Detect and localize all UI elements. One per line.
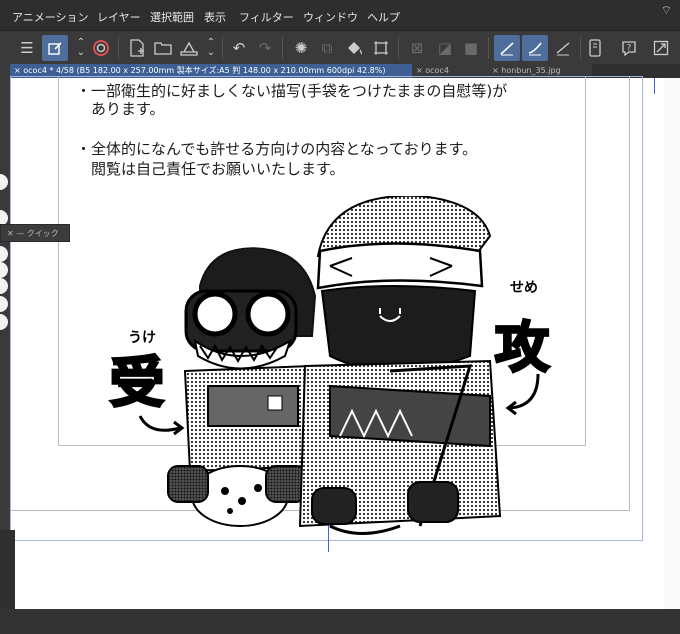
command-bar: ☰ ⌃ ⌄ ⌃ ⌄ ↶ ↷ ✺ ⧉ ⊠ ◪ ■ ? bbox=[0, 30, 680, 66]
slider-handle[interactable] bbox=[0, 314, 8, 330]
tab-label: honbun_35.jpg bbox=[501, 66, 561, 75]
edit-icon[interactable] bbox=[42, 35, 68, 61]
wifi-icon: ⌔ bbox=[660, 3, 672, 17]
menu-filter[interactable]: フィルター bbox=[239, 9, 294, 25]
fill-icon[interactable] bbox=[342, 35, 368, 61]
left-tool-strip bbox=[0, 64, 10, 609]
slider-handle[interactable] bbox=[0, 246, 8, 262]
crop-icon[interactable]: ◪ bbox=[432, 35, 458, 61]
device-icon[interactable] bbox=[582, 35, 608, 61]
tab-label: ococ4 * 4/58 (B5 182.00 x 257.00mm 製本サイズ… bbox=[23, 66, 386, 75]
canvas[interactable]: ・一部衛生的に好ましくない描写(手袋をつけたままの自慰等)が あります。 ・全体… bbox=[10, 76, 680, 609]
menu-animation[interactable]: アニメーション bbox=[12, 9, 89, 25]
status-bar bbox=[0, 609, 680, 634]
close-icon[interactable]: × bbox=[416, 66, 425, 75]
expand-icon[interactable] bbox=[648, 35, 674, 61]
ruler-icon[interactable] bbox=[550, 35, 576, 61]
seme-reading-label: せめ bbox=[510, 280, 538, 296]
slider-handle[interactable] bbox=[0, 262, 8, 278]
quick-panel-label: クイック bbox=[26, 229, 59, 238]
circle-icon[interactable] bbox=[88, 35, 114, 61]
pen-icon[interactable] bbox=[494, 35, 520, 61]
caution-line-4: 閲覧は自己責任でお願いいたします。 bbox=[76, 160, 345, 178]
redo-icon[interactable]: ↷ bbox=[252, 35, 278, 61]
quick-access-panel[interactable]: ✕ — クイック bbox=[0, 224, 70, 242]
uke-reading-label: うけ bbox=[128, 330, 156, 346]
character-illustration: うけ 受 せめ 攻 bbox=[109, 196, 552, 535]
collapse-icon[interactable]: — bbox=[16, 229, 27, 238]
transform-icon[interactable] bbox=[368, 35, 394, 61]
slider-handle[interactable] bbox=[0, 296, 8, 312]
menu-icon[interactable]: ☰ bbox=[14, 35, 40, 61]
caution-line-2: あります。 bbox=[76, 100, 165, 118]
loading-icon[interactable]: ✺ bbox=[288, 35, 314, 61]
guide-mark bbox=[654, 78, 655, 94]
menu-help[interactable]: ヘルプ bbox=[367, 9, 400, 25]
side-panel bbox=[0, 530, 15, 610]
chevron-updown-icon[interactable]: ⌃ ⌄ bbox=[198, 35, 224, 61]
tab-label: ococ4 bbox=[425, 66, 449, 75]
slider-handle[interactable] bbox=[0, 174, 8, 190]
undo-icon[interactable]: ↶ bbox=[226, 35, 252, 61]
fill-area-icon[interactable]: ■ bbox=[458, 35, 484, 61]
menu-window[interactable]: ウィンドウ bbox=[303, 9, 358, 25]
menu-view[interactable]: 表示 bbox=[204, 9, 226, 25]
vertical-scrollbar[interactable] bbox=[664, 78, 680, 609]
smooth-pen-icon[interactable] bbox=[522, 35, 548, 61]
uke-kanji-label: 受 bbox=[110, 351, 164, 414]
open-folder-icon[interactable] bbox=[150, 35, 176, 61]
seme-kanji-label: 攻 bbox=[495, 316, 550, 379]
help-icon[interactable]: ? bbox=[616, 35, 642, 61]
svg-text:?: ? bbox=[627, 44, 632, 54]
new-page-icon[interactable] bbox=[124, 35, 150, 61]
close-icon[interactable]: × bbox=[14, 66, 23, 75]
slider-handle[interactable] bbox=[0, 278, 8, 294]
copy-icon[interactable]: ⧉ bbox=[314, 35, 340, 61]
clear-selection-icon[interactable]: ⊠ bbox=[404, 35, 430, 61]
close-icon[interactable]: × bbox=[492, 66, 501, 75]
close-icon[interactable]: ✕ bbox=[7, 229, 16, 238]
menu-layer[interactable]: レイヤー bbox=[97, 9, 141, 25]
caution-line-3: ・全体的になんでも許せる方向けの内容となっております。 bbox=[76, 140, 478, 158]
menu-bar: アニメーション レイヤー 選択範囲 表示 フィルター ウィンドウ ヘルプ ⌔ bbox=[0, 0, 680, 30]
menu-selection[interactable]: 選択範囲 bbox=[150, 9, 194, 25]
